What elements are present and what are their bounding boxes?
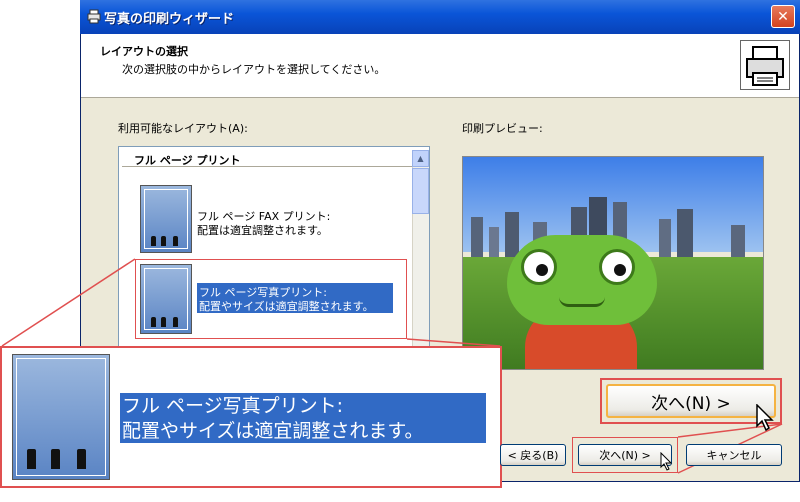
window-title: 写真の印刷ウィザード <box>104 12 235 27</box>
frog-eye <box>599 249 635 285</box>
next-button[interactable]: 次へ(N) > <box>578 444 672 466</box>
mouse-cursor-icon <box>756 404 774 432</box>
frog-eye <box>521 249 557 285</box>
layout-group-label: フル ページ プリント <box>134 154 241 167</box>
layout-group-header: フル ページ プリント <box>122 150 412 167</box>
preview-label: 印刷プレビュー: <box>462 122 543 135</box>
next-button-zoomed[interactable]: 次へ(N) > <box>606 384 776 418</box>
scroll-thumb[interactable] <box>412 168 429 214</box>
layout-item-desc[interactable]: 配置は適宜調整されます。 <box>197 222 328 238</box>
frog-mouth <box>559 297 605 307</box>
mouse-cursor-icon <box>660 452 673 471</box>
printer-icon <box>86 8 102 24</box>
zoomed-desc: 配置やサイズは適宜調整されます。 <box>122 420 424 442</box>
back-button[interactable]: < 戻る(B) <box>500 444 566 466</box>
close-button[interactable]: ✕ <box>771 5 795 28</box>
frog-head <box>507 235 657 325</box>
printer-wizard-icon <box>740 40 790 90</box>
layouts-label: 利用可能なレイアウト(A): <box>118 122 248 135</box>
layout-item-desc[interactable]: 配置やサイズは適宜調整されます。 <box>199 298 374 314</box>
page-subtitle: 次の選択肢の中からレイアウトを選択してください。 <box>122 63 386 76</box>
zoomed-thumbnail <box>12 354 110 480</box>
print-preview-image <box>462 156 764 370</box>
cancel-button[interactable]: キャンセル <box>686 444 782 466</box>
zoomed-label: フル ページ写真プリント: <box>122 395 344 417</box>
scroll-up-icon[interactable]: ▲ <box>412 150 429 167</box>
page-title: レイアウトの選択 <box>100 45 188 58</box>
fax-print-thumbnail[interactable] <box>140 185 192 253</box>
photo-print-thumbnail[interactable] <box>140 264 192 334</box>
